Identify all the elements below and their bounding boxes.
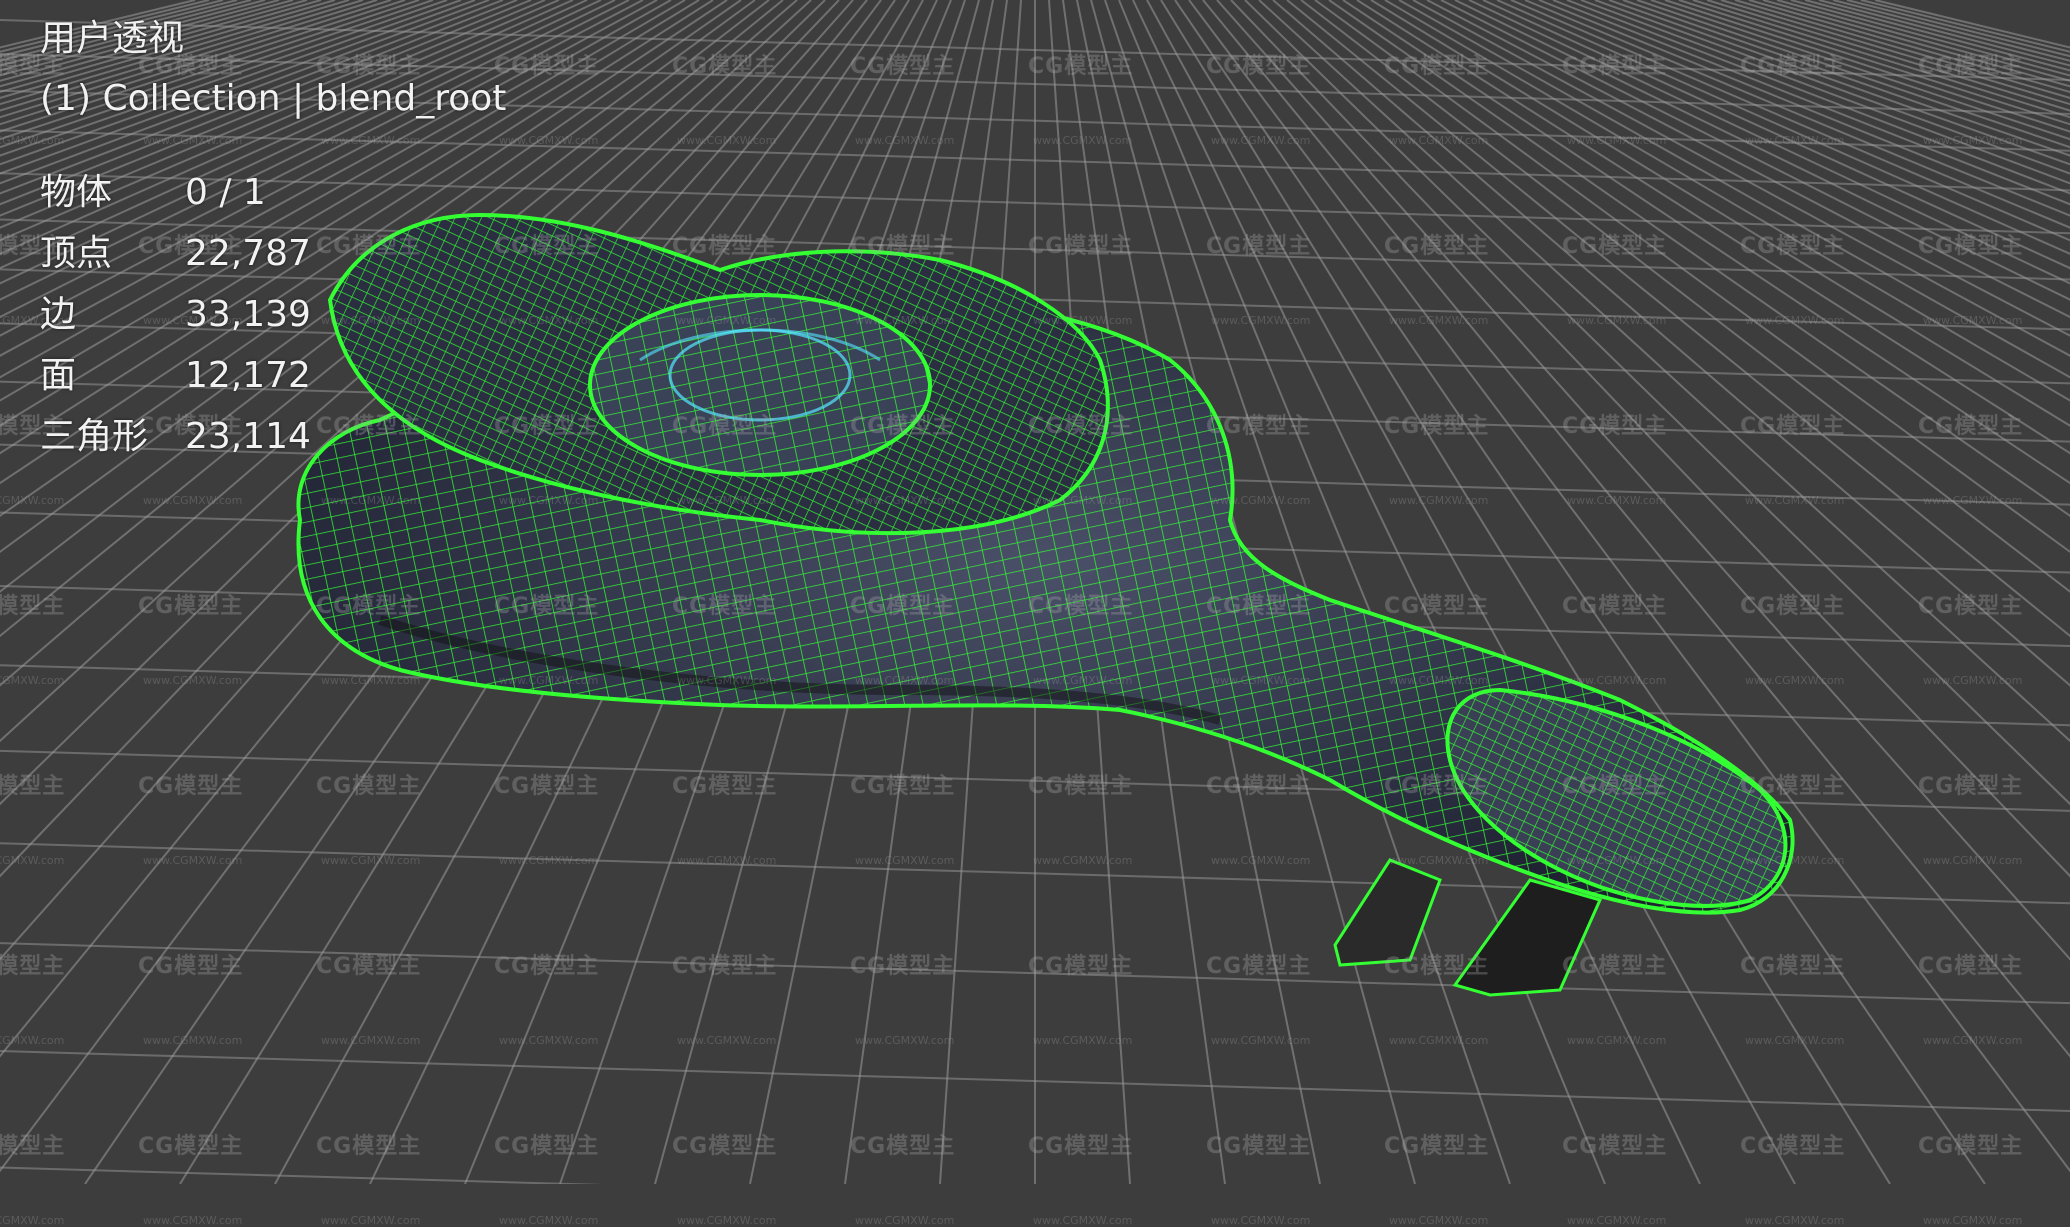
stat-row-triangles: 三角形 23,114: [40, 406, 506, 467]
grid-line: [1328, 0, 2070, 517]
watermark-url: www.CGMXW.com: [321, 1214, 421, 1227]
collection-label: (1) Collection | blend_root: [40, 78, 507, 119]
watermark-url: www.CGMXW.com: [0, 1214, 65, 1227]
stat-value: 33,139: [185, 294, 311, 335]
grid-line: [1482, 0, 2070, 270]
stat-label: 边: [40, 294, 77, 335]
watermark-url: www.CGMXW.com: [1211, 1214, 1311, 1227]
grid-line: [1818, 0, 2070, 67]
stat-label: 顶点: [40, 233, 113, 274]
landing-leg-2: [1452, 878, 1603, 997]
grid-line: [1664, 0, 2070, 133]
watermark-url: www.CGMXW.com: [1567, 1214, 1667, 1227]
grid-line: [1734, 0, 2070, 99]
watermark-url: www.CGMXW.com: [499, 1214, 599, 1227]
stat-value: 23,114: [185, 416, 311, 457]
stat-value: 0 / 1: [185, 172, 266, 213]
watermark-url: www.CGMXW.com: [1389, 1214, 1489, 1227]
grid-line: [1692, 0, 2070, 119]
watermark-url: www.CGMXW.com: [143, 1214, 243, 1227]
scene-statistics: 物体 0 / 1 顶点 22,787 边 33,139 面 12,172 三角形…: [40, 162, 506, 467]
grid-line: [1860, 0, 2070, 53]
landing-leg-1: [1333, 858, 1442, 967]
watermark-url: www.CGMXW.com: [1033, 1214, 1133, 1227]
grid-line: [1398, 0, 2070, 379]
stat-label: 物体: [40, 172, 113, 213]
stat-label: 面: [40, 355, 77, 396]
grid-line: [1384, 0, 2070, 402]
grid-line: [1412, 0, 2070, 357]
stat-row-edges: 边 33,139: [40, 284, 506, 345]
3d-viewport[interactable]: CG模型主www.CGMXW.comCG模型主www.CGMXW.comCG模型…: [0, 0, 2070, 1227]
grid-line: [1678, 0, 2070, 126]
grid-line: [1594, 0, 2070, 175]
watermark-url: www.CGMXW.com: [1923, 1214, 2023, 1227]
stat-value: 12,172: [185, 355, 311, 396]
stat-row-objects: 物体 0 / 1: [40, 162, 506, 223]
watermark-url: www.CGMXW.com: [1745, 1214, 1845, 1227]
grid-line: [1426, 0, 2070, 337]
watermark-url: www.CGMXW.com: [855, 1214, 955, 1227]
grid-line: [1846, 0, 2070, 58]
watermark-url: www.CGMXW.com: [677, 1214, 777, 1227]
grid-line: [1762, 0, 2070, 88]
grid-line: [1874, 0, 2070, 49]
spaceship-model[interactable]: [296, 212, 1795, 997]
view-name-label: 用户透视: [40, 18, 185, 59]
viewport-info-overlay: 用户透视 (1) Collection | blend_root 物体 0 / …: [40, 16, 506, 467]
stat-row-faces: 面 12,172: [40, 345, 506, 406]
stat-value: 22,787: [185, 233, 311, 274]
stat-row-vertices: 顶点 22,787: [40, 223, 506, 284]
grid-line: [1370, 0, 2070, 427]
stat-label: 三角形: [40, 416, 149, 457]
